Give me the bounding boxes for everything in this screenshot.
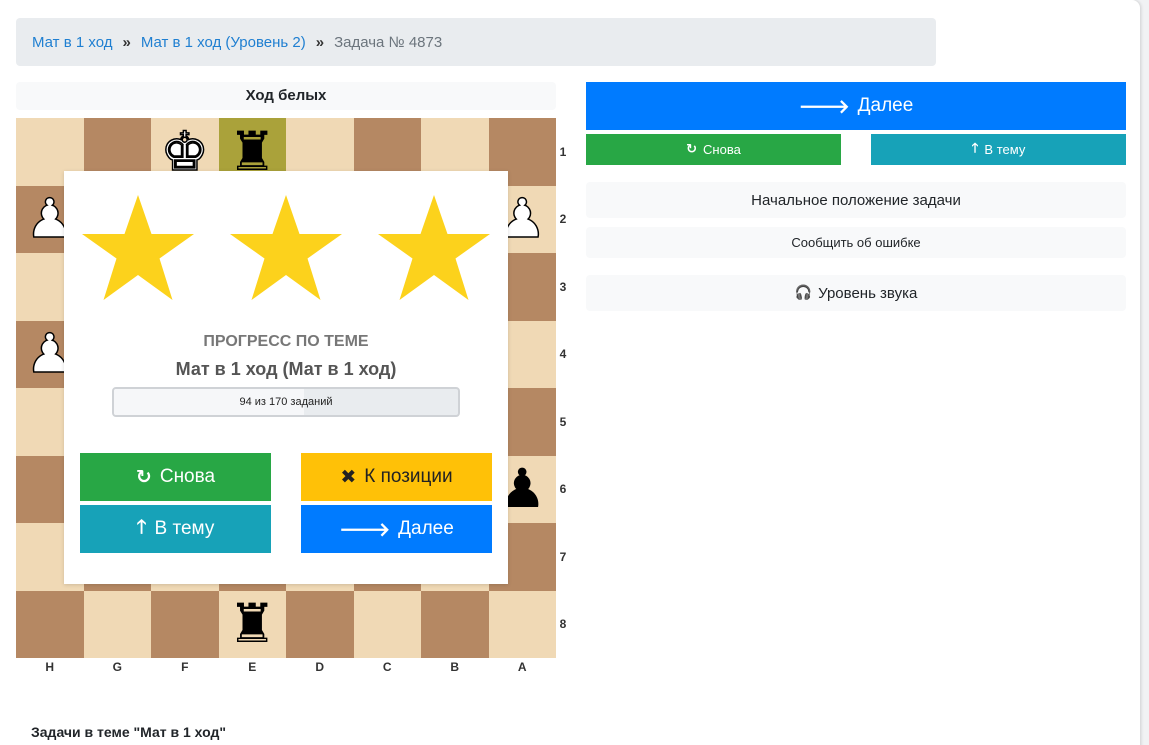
report-error-label: Сообщить об ошибке [791, 235, 921, 250]
sound-level-label: Уровень звука [818, 284, 918, 302]
star-icon [230, 195, 342, 300]
file-labels: H G F E D C B A [16, 658, 556, 676]
rating-stars [80, 193, 492, 303]
next-button[interactable]: 🡒 Далее [586, 82, 1126, 130]
arrow-up-icon: 🡑 [136, 516, 147, 538]
initial-position-button[interactable]: Начальное положение задачи [586, 182, 1126, 218]
modal-retry-button[interactable]: ↻ Снова [80, 453, 271, 501]
progress-text: 94 из 170 заданий [239, 396, 333, 408]
file-label: B [450, 660, 460, 674]
modal-next-button[interactable]: 🡒 Далее [301, 505, 492, 553]
breadcrumb-current: Задача № 4873 [334, 33, 443, 51]
retry-button[interactable]: ↻ Снова [586, 134, 841, 165]
page-container: Мат в 1 ход » Мат в 1 ход (Уровень 2) » … [0, 0, 1140, 745]
square[interactable] [286, 590, 354, 658]
star-icon [82, 195, 194, 300]
progress-bar: 94 из 170 заданий [112, 387, 460, 417]
retry-icon: ↻ [135, 466, 152, 488]
breadcrumb: Мат в 1 ход » Мат в 1 ход (Уровень 2) » … [16, 18, 936, 66]
breadcrumb-link-topic[interactable]: Мат в 1 ход [32, 34, 112, 51]
file-label: G [112, 660, 122, 674]
rank-label: 3 [559, 279, 567, 294]
to-topic-button-label: В тему [984, 142, 1026, 157]
arrow-right-icon: 🡒 [339, 518, 391, 541]
breadcrumb-link-level[interactable]: Мат в 1 ход (Уровень 2) [141, 34, 306, 51]
rank-label: 2 [559, 212, 567, 227]
rank-label: 6 [559, 482, 567, 497]
initial-position-label: Начальное положение задачи [751, 191, 961, 209]
result-modal: ПРОГРЕСС ПО ТЕМЕ Мат в 1 ход (Мат в 1 хо… [64, 171, 508, 584]
file-label: F [181, 660, 189, 674]
tasks-section-title: Задачи в теме "Мат в 1 ход" [31, 724, 226, 740]
square[interactable] [151, 590, 219, 658]
file-label: A [517, 660, 527, 674]
black-rook-icon[interactable]: ♜ [228, 597, 276, 651]
rank-labels: 1 2 3 4 5 6 7 8 [556, 118, 570, 658]
breadcrumb-separator: » [122, 33, 131, 51]
rank-label: 5 [559, 414, 567, 429]
modal-to-topic-label: В тему [154, 518, 215, 539]
close-icon: ✖ [340, 466, 357, 488]
file-label: E [248, 660, 257, 674]
star-icon [378, 195, 490, 300]
modal-retry-label: Снова [159, 466, 216, 487]
square[interactable] [353, 590, 421, 658]
square[interactable] [421, 590, 489, 658]
arrow-up-icon: 🡑 [971, 140, 979, 156]
turn-indicator: Ход белых [16, 82, 556, 110]
square[interactable]: ♜ [218, 590, 286, 658]
next-button-label: Далее [857, 95, 914, 116]
square[interactable] [16, 590, 84, 658]
modal-next-label: Далее [398, 518, 454, 539]
progress-topic-name: Мат в 1 ход (Мат в 1 ход) [175, 359, 397, 379]
arrow-right-icon: 🡒 [798, 95, 850, 118]
retry-button-label: Снова [703, 142, 741, 157]
square[interactable] [488, 590, 556, 658]
retry-icon: ↻ [686, 142, 698, 157]
progress-title: ПРОГРЕСС ПО ТЕМЕ [203, 333, 369, 350]
file-label: H [45, 660, 55, 674]
square[interactable] [83, 590, 151, 658]
breadcrumb-separator: » [315, 33, 325, 51]
headphones-icon: 🎧 [794, 285, 813, 301]
file-label: D [315, 660, 325, 674]
sound-level-button[interactable]: 🎧 Уровень звука [586, 275, 1126, 311]
rank-label: 4 [559, 347, 567, 362]
modal-to-topic-button[interactable]: 🡑 В тему [80, 505, 271, 553]
modal-to-position-label: К позиции [364, 466, 453, 487]
report-error-button[interactable]: Сообщить об ошибке [586, 227, 1126, 258]
to-topic-button[interactable]: 🡑 В тему [871, 134, 1126, 165]
rank-label: 7 [559, 549, 567, 564]
rank-label: 1 [559, 144, 567, 159]
modal-to-position-button[interactable]: ✖ К позиции [301, 453, 492, 501]
file-label: C [382, 660, 392, 674]
rank-label: 8 [559, 617, 567, 632]
